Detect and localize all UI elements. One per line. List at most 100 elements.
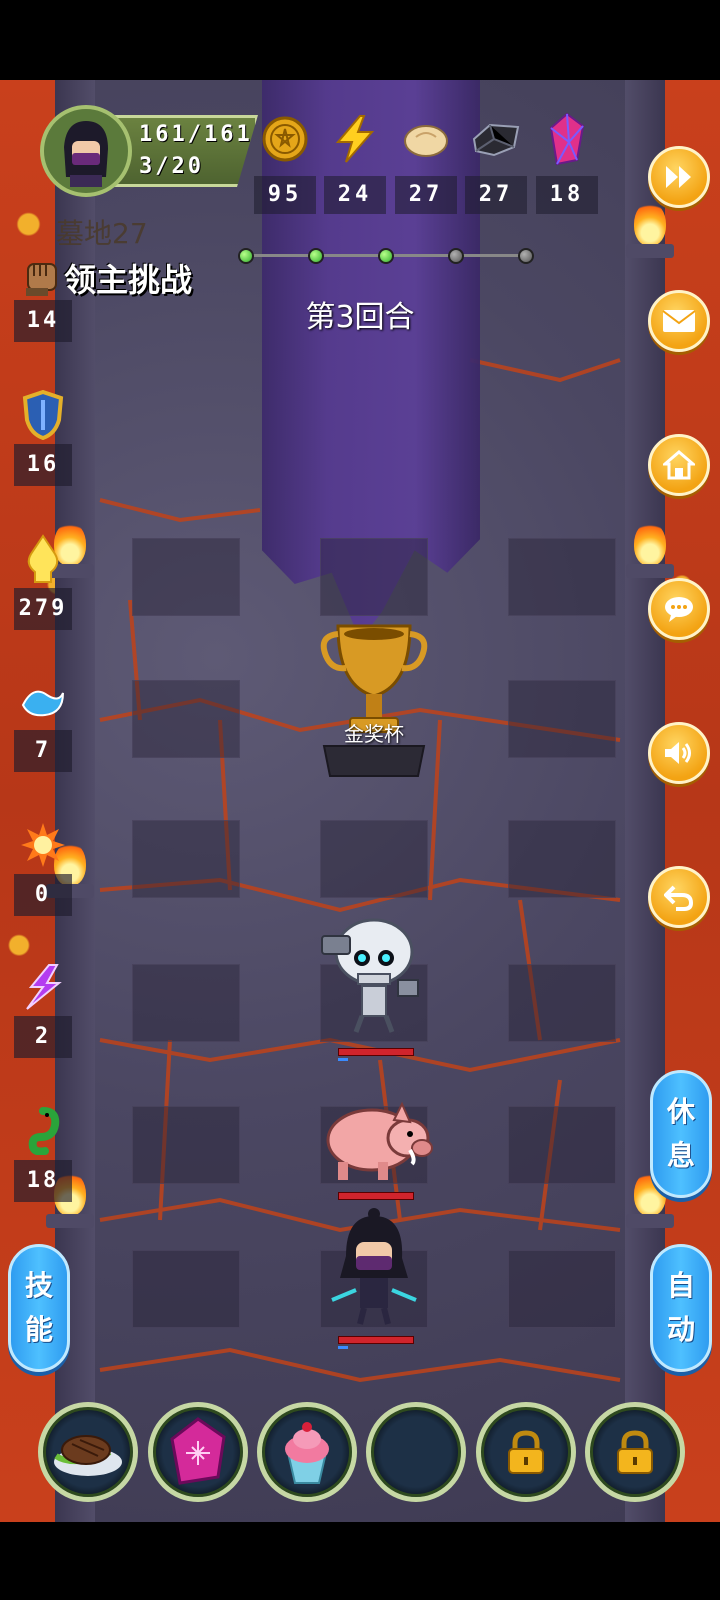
grid-tile[interactable] (132, 964, 240, 1042)
iron-count: 27 (465, 176, 527, 214)
gold-trophy[interactable] (314, 616, 434, 786)
grid-tile[interactable] (508, 1106, 616, 1184)
grid-tile[interactable] (132, 820, 240, 898)
grid-tile[interactable] (320, 820, 428, 898)
fist-icon (26, 263, 57, 296)
skill-label: 技能 (24, 1269, 53, 1346)
grid-tile[interactable] (320, 538, 428, 616)
crystal-icon (540, 112, 594, 166)
energy-count: 24 (324, 176, 386, 214)
home-icon (663, 450, 695, 480)
nav-bar-area (0, 1522, 720, 1600)
wall-torch (620, 200, 680, 260)
green-serpent-icon (14, 1102, 72, 1160)
item-slot-locked[interactable] (585, 1402, 685, 1502)
food-count: 27 (395, 176, 457, 214)
item-slot-locked[interactable] (476, 1402, 576, 1502)
progress-dot (238, 248, 254, 264)
item-slot-empty[interactable] (366, 1402, 466, 1502)
bread-icon (399, 112, 453, 166)
cupcake-icon (285, 1422, 329, 1484)
resource-crystal: 18 (536, 112, 598, 214)
player-avatar[interactable] (40, 105, 132, 197)
skill-attack[interactable]: 14 (14, 300, 72, 342)
progress-dot (308, 248, 324, 264)
mail-icon (662, 310, 696, 332)
resource-energy: 24 (324, 112, 386, 214)
grid-tile[interactable] (508, 820, 616, 898)
ninja-hero[interactable] (326, 1208, 422, 1328)
lock-icon (508, 1430, 544, 1474)
skill-water[interactable]: 7 (14, 672, 72, 772)
mail-button[interactable] (648, 290, 710, 352)
grid-tile[interactable] (132, 538, 240, 616)
progress-dot (448, 248, 464, 264)
grid-tile[interactable] (508, 538, 616, 616)
water-wave-icon (14, 672, 72, 730)
skill-fire[interactable]: 0 (14, 816, 72, 916)
boar-hp-bar (338, 1192, 414, 1200)
auto-button[interactable]: 自动 (650, 1244, 712, 1372)
home-button[interactable] (648, 434, 710, 496)
round-label: 第3回合 (305, 300, 415, 335)
grid-tile[interactable] (132, 680, 240, 758)
iron-ore-icon (469, 112, 523, 166)
purple-lightning-icon (14, 958, 72, 1016)
round-progress (238, 248, 534, 264)
skill-value: 16 (14, 444, 72, 486)
grid-tile[interactable] (132, 1106, 240, 1184)
status-bar-area (0, 0, 720, 80)
skeleton-hp-bar (338, 1048, 414, 1056)
trophy-label: 金奖杯 (344, 722, 404, 746)
gold-count: 95 (254, 176, 316, 214)
skill-value: 2 (14, 1016, 72, 1058)
item-slot-cupcake[interactable] (257, 1402, 357, 1502)
wall-torch (620, 520, 680, 580)
skeleton-mp-bar (338, 1058, 348, 1061)
chat-button[interactable] (648, 578, 710, 640)
hp-value: 161/161 (139, 122, 253, 147)
chat-icon (665, 597, 693, 622)
skill-value: 279 (14, 588, 72, 630)
lock-icon (617, 1430, 653, 1474)
hero-hp-bar (338, 1336, 414, 1344)
progress-dot (378, 248, 394, 264)
skill-ghost[interactable]: 279 (14, 530, 72, 630)
crystal-count: 18 (536, 176, 598, 214)
skeleton-enemy[interactable] (318, 916, 428, 1036)
back-button[interactable] (648, 866, 710, 928)
progress-dot (518, 248, 534, 264)
level-value: 3/20 (139, 154, 204, 179)
steak-icon (54, 1435, 122, 1476)
grid-tile[interactable] (508, 964, 616, 1042)
resource-food: 27 (395, 112, 457, 214)
lord-challenge[interactable]: 领主挑战 (22, 254, 192, 302)
rest-button[interactable]: 休息 (650, 1070, 712, 1198)
ninja-portrait-icon (64, 121, 108, 187)
skill-value: 18 (14, 1160, 72, 1202)
rest-label: 休息 (666, 1095, 695, 1172)
lightning-icon (328, 112, 382, 166)
fast-forward-icon (666, 166, 691, 188)
location-label: 墓地27 (56, 217, 148, 250)
grid-tile[interactable] (508, 680, 616, 758)
grid-tile[interactable] (508, 1250, 616, 1328)
grid-tile[interactable] (132, 1250, 240, 1328)
skill-value: 0 (14, 874, 72, 916)
golden-ghost-icon (14, 530, 72, 588)
skill-value: 14 (14, 300, 72, 342)
item-slot-steak[interactable] (38, 1402, 138, 1502)
skill-lightning[interactable]: 2 (14, 958, 72, 1058)
skill-poison[interactable]: 18 (14, 1102, 72, 1202)
fast-forward-button[interactable] (648, 146, 710, 208)
magenta-gem-icon (170, 1417, 226, 1485)
skill-value: 7 (14, 730, 72, 772)
skill-button[interactable]: 技能 (8, 1244, 70, 1372)
skill-defense[interactable]: 16 (14, 386, 72, 486)
hero-mp-bar (338, 1346, 348, 1349)
item-slot-crystal[interactable] (148, 1402, 248, 1502)
return-arrow-icon (664, 885, 694, 911)
boar-enemy[interactable] (318, 1090, 436, 1186)
sound-button[interactable] (648, 722, 710, 784)
resource-gold: 95 (254, 112, 316, 214)
